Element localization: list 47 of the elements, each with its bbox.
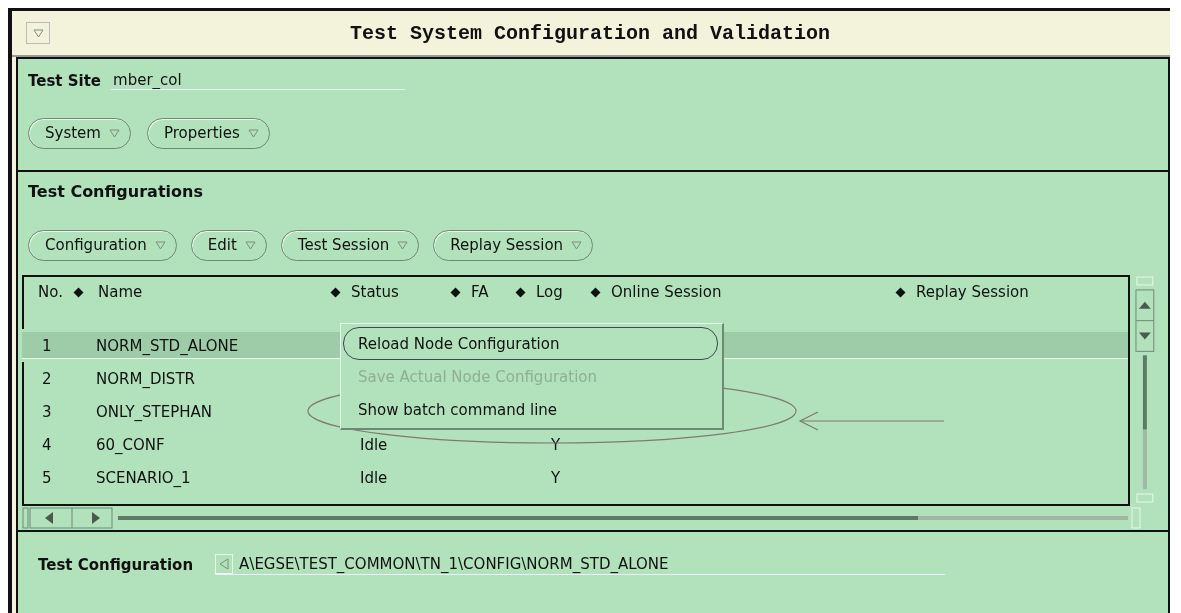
menu-button[interactable]: Test Session [280,230,420,261]
sort-icon[interactable] [590,286,601,298]
column-header[interactable]: Name [98,283,143,301]
menu-button[interactable]: Edit [190,230,267,261]
caret-icon [32,28,44,38]
menu-item[interactable]: Reload Node Configuration [343,327,718,360]
sort-icon[interactable] [515,286,526,298]
field-label: Test Site [28,71,102,90]
caret-icon [397,240,409,250]
table-cell-text: Idle [359,468,389,487]
caret-icon [108,128,120,138]
table-cell-text: Y [550,468,562,487]
table-cell-text: 2 [41,369,53,388]
table-cell-text: Y [550,435,562,454]
column-header[interactable]: Online Session [611,283,722,301]
sort-icon[interactable] [895,286,906,298]
table-cell-text: 4 [41,435,53,454]
table-cell-text: ONLY_STEPHAN [96,402,214,421]
column-header[interactable]: Replay Session [916,283,1029,301]
menu-button[interactable]: Configuration [28,230,177,261]
column-header[interactable]: No. [38,283,63,301]
window-title: Test System Configuration and Validation [348,21,832,45]
table-cell-text: 1 [41,336,53,355]
column-header[interactable]: Log [536,283,563,301]
field-label: Test Configuration [38,555,194,574]
caret-icon [154,240,166,250]
table-cell-text: Idle [359,435,389,454]
caret-icon [244,240,256,250]
sort-icon[interactable] [330,286,341,298]
table-cell-text: 5 [41,468,53,487]
section-heading: Test Configurations [28,182,204,203]
table-cell-text: 3 [41,402,53,421]
sort-icon[interactable] [72,286,84,298]
menu-button[interactable]: Properties [146,118,270,149]
table-cell-text: NORM_STD_ALONE [96,336,240,355]
table-cell-text: 60_CONF [96,435,166,454]
column-header[interactable]: FA [471,283,489,301]
sort-icon[interactable] [450,286,461,298]
caret-icon [247,128,259,138]
test-configuration-field[interactable]: A\EGSE\TEST_COMMON\TN_1\CONFIG\NORM_STD_ALONE [215,554,946,575]
test-site-field[interactable]: mber_col [111,71,406,90]
menu-button[interactable]: Replay Session [433,230,594,261]
table-cell-text: NORM_DISTR [96,369,196,388]
table-cell-text: SCENARIO_1 [96,468,192,487]
column-header[interactable]: Status [351,283,399,301]
caret-icon [571,240,583,250]
menu-button[interactable]: System [28,118,131,149]
